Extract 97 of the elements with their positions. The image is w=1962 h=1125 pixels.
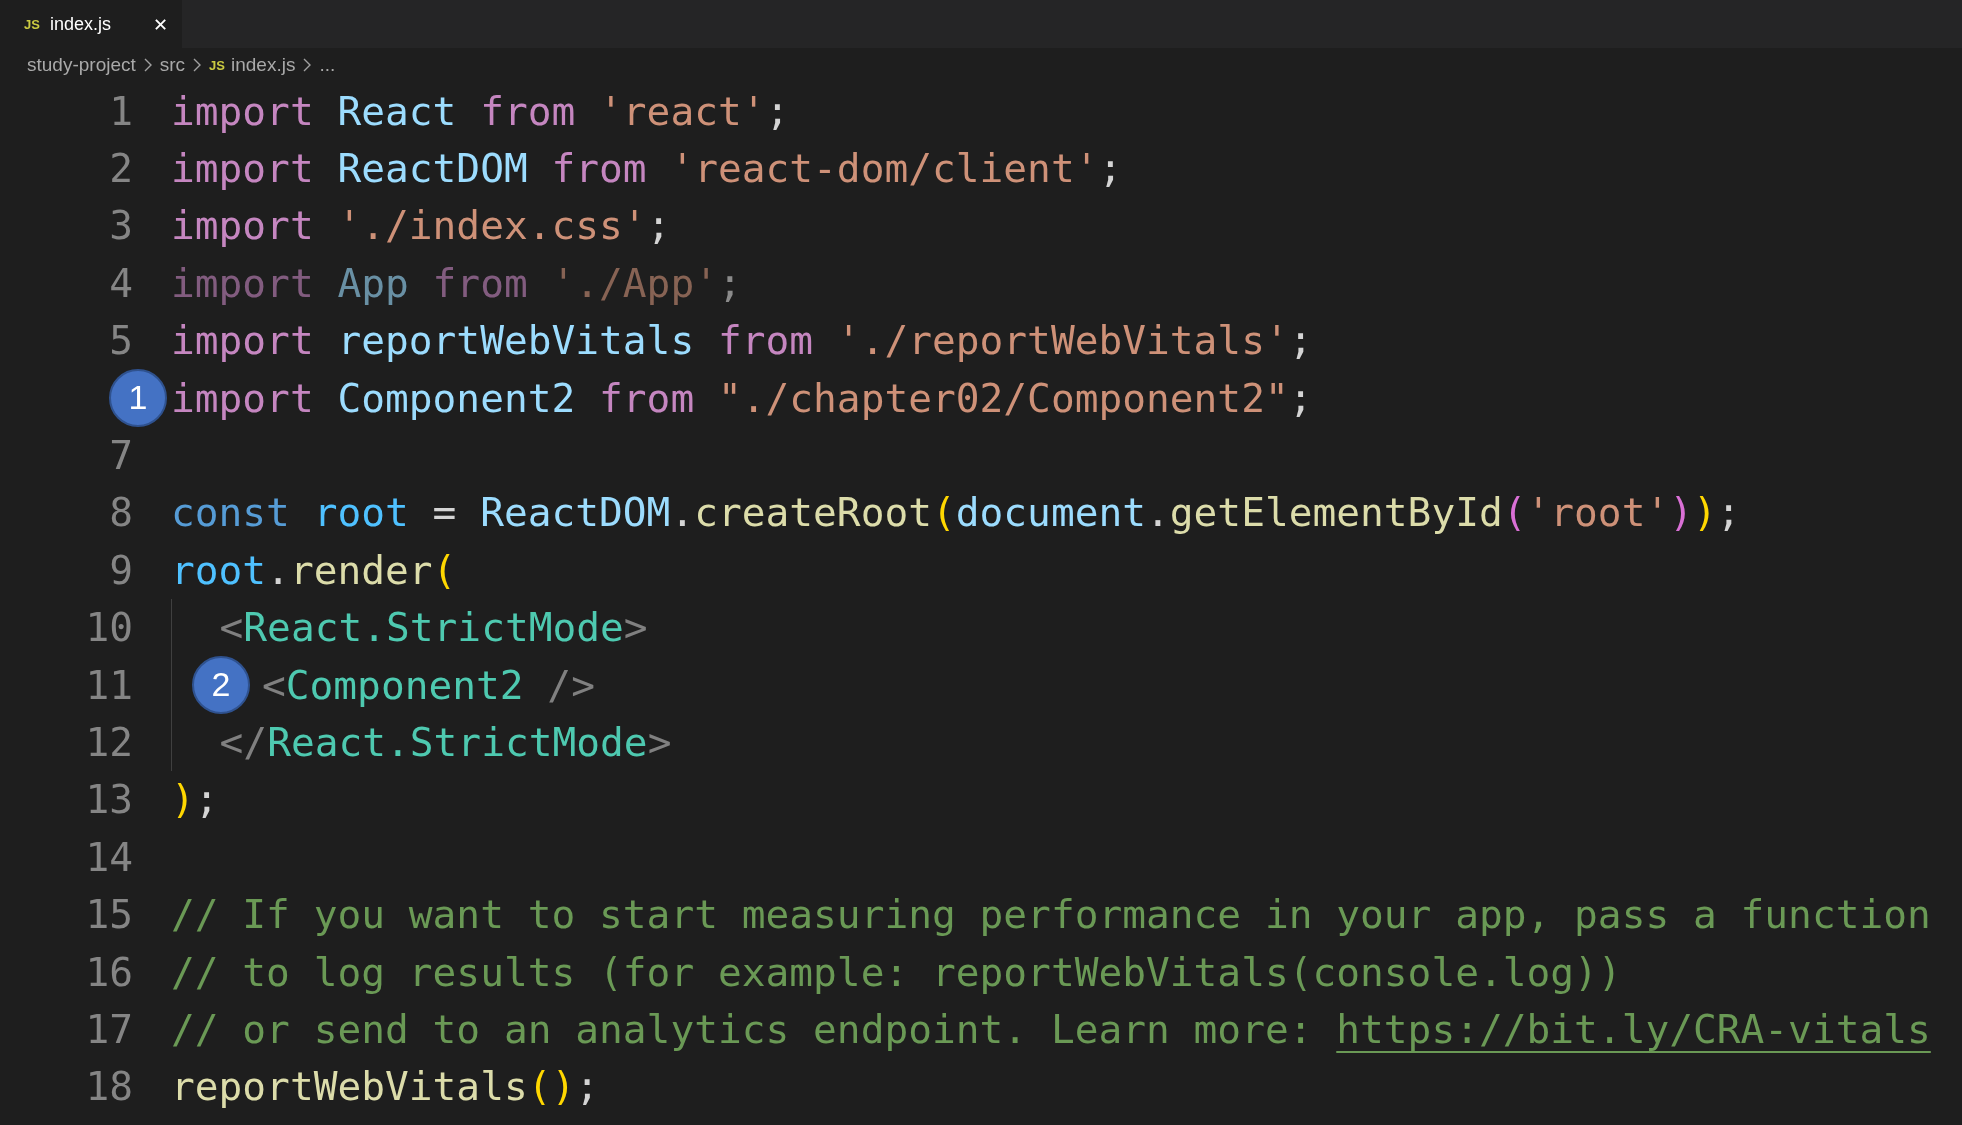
bracket-text: ( — [932, 489, 956, 536]
comment-link[interactable]: https://bit.ly/CRA-vitals — [1336, 1005, 1931, 1052]
keyword-text: from — [550, 145, 647, 192]
identifier-text: root — [171, 546, 267, 593]
punctuation-text: ; — [575, 1063, 600, 1110]
keyword-text: import — [171, 259, 314, 306]
function-name: render — [289, 546, 433, 593]
keyword-text: import — [171, 87, 314, 134]
line-number: 8 — [109, 489, 133, 536]
line-number: 9 — [109, 546, 133, 593]
line-number: 11 — [85, 661, 133, 708]
identifier-text: Component2 — [336, 374, 576, 421]
punctuation-text: ; — [194, 776, 219, 823]
code-comment: // or send to an analytics endpoint. Learn more: — [171, 1005, 1314, 1052]
bracket-text: ) — [551, 1063, 576, 1110]
line-number: 2 — [109, 145, 133, 192]
line-number: 4 — [109, 259, 133, 306]
line-number: 18 — [85, 1063, 133, 1110]
code-comment: // to log results (for example: reportWebVitals(console.log)) — [171, 948, 1622, 995]
tag-bracket: < — [262, 661, 286, 708]
line-number: 16 — [85, 948, 133, 995]
identifier-text: ReactDOM — [336, 145, 528, 192]
identifier-text: root — [312, 489, 409, 536]
string-literal: 'root' — [1526, 489, 1670, 536]
line-number: 1 — [109, 87, 133, 134]
keyword-text: const — [171, 489, 290, 536]
line-number: 14 — [85, 833, 133, 880]
identifier-text: reportWebVitals — [336, 317, 695, 364]
punctuation-text: ; — [646, 202, 671, 249]
punctuation-text: . — [670, 489, 695, 536]
function-name: reportWebVitals — [171, 1063, 528, 1110]
line-number: 10 — [85, 604, 133, 651]
punctuation-text: ; — [1098, 145, 1123, 192]
identifier-text: App — [336, 259, 409, 306]
tag-bracket: < — [218, 604, 244, 651]
tag-name: React.StrictMode — [243, 604, 624, 651]
punctuation-text: = — [431, 489, 457, 536]
line-number: 13 — [85, 776, 133, 823]
keyword-text: from — [479, 87, 576, 134]
chevron-icon — [193, 58, 202, 72]
identifier-text: React — [336, 87, 457, 134]
line-number: 12 — [85, 719, 133, 765]
breadcrumb-item[interactable]: src — [159, 54, 186, 76]
callout-badge: 2 — [192, 655, 250, 714]
punctuation-text: ; — [1288, 317, 1313, 364]
function-name: getElementById — [1169, 489, 1503, 536]
punctuation-text: ; — [717, 259, 742, 306]
punctuation-text: ; — [1288, 374, 1313, 421]
line-number: 15 — [85, 891, 133, 938]
bracket-text: ) — [1669, 489, 1693, 536]
bracket-text: ( — [432, 546, 457, 593]
keyword-text: from — [431, 259, 528, 306]
punctuation-text: . — [1146, 489, 1170, 536]
line-number: 3 — [109, 202, 133, 249]
callout-badge: 1 — [109, 368, 167, 427]
identifier-text: ReactDOM — [479, 489, 671, 536]
punctuation-text: ; — [1716, 489, 1741, 536]
breadcrumb-item[interactable]: index.js — [231, 54, 296, 76]
file-tab[interactable]: JS index.js ✕ — [0, 0, 182, 48]
chevron-icon — [143, 58, 152, 72]
string-literal: './index.css' — [336, 202, 647, 249]
tag-name: Component2 — [285, 661, 524, 708]
tab-title: index.js — [49, 13, 112, 35]
keyword-text: from — [598, 374, 695, 421]
keyword-text: import — [171, 374, 314, 421]
tag-bracket: /> — [546, 661, 595, 708]
bracket-text: ( — [1502, 489, 1527, 536]
keyword-text: import — [171, 202, 314, 249]
keyword-text: import — [171, 145, 314, 192]
punctuation-text: . — [266, 546, 290, 593]
breadcrumb-item[interactable]: ... — [319, 54, 336, 76]
string-literal: './App' — [550, 259, 718, 306]
close-icon[interactable]: ✕ — [152, 13, 168, 35]
chevron-icon — [303, 58, 312, 72]
function-name: createRoot — [694, 489, 932, 536]
string-literal: 'react' — [598, 87, 766, 134]
tag-bracket: > — [647, 719, 672, 765]
tag-bracket: </ — [218, 719, 268, 765]
breadcrumb-item[interactable]: study-project — [27, 54, 136, 76]
tag-name: React.StrictMode — [267, 719, 648, 765]
bracket-text: ( — [527, 1063, 552, 1110]
tag-bracket: > — [623, 604, 648, 651]
bracket-text: ) — [1693, 489, 1717, 536]
line-number: 17 — [85, 1005, 133, 1052]
punctuation-text: ; — [765, 87, 790, 134]
string-literal: 'react-dom/client' — [669, 145, 1099, 192]
line-number: 7 — [109, 432, 133, 479]
code-comment: // If you want to start measuring performance in your app, pass a function — [171, 891, 1931, 938]
bracket-text: ) — [171, 776, 195, 823]
js-file-icon: JS — [209, 57, 225, 73]
keyword-text: import — [171, 317, 314, 364]
line-number: 5 — [109, 317, 133, 364]
identifier-text: document — [955, 489, 1147, 536]
string-literal: './reportWebVitals' — [835, 317, 1289, 364]
string-literal: "./chapter02/Component2" — [716, 374, 1289, 421]
js-file-icon: JS — [24, 16, 40, 32]
keyword-text: from — [716, 317, 814, 364]
